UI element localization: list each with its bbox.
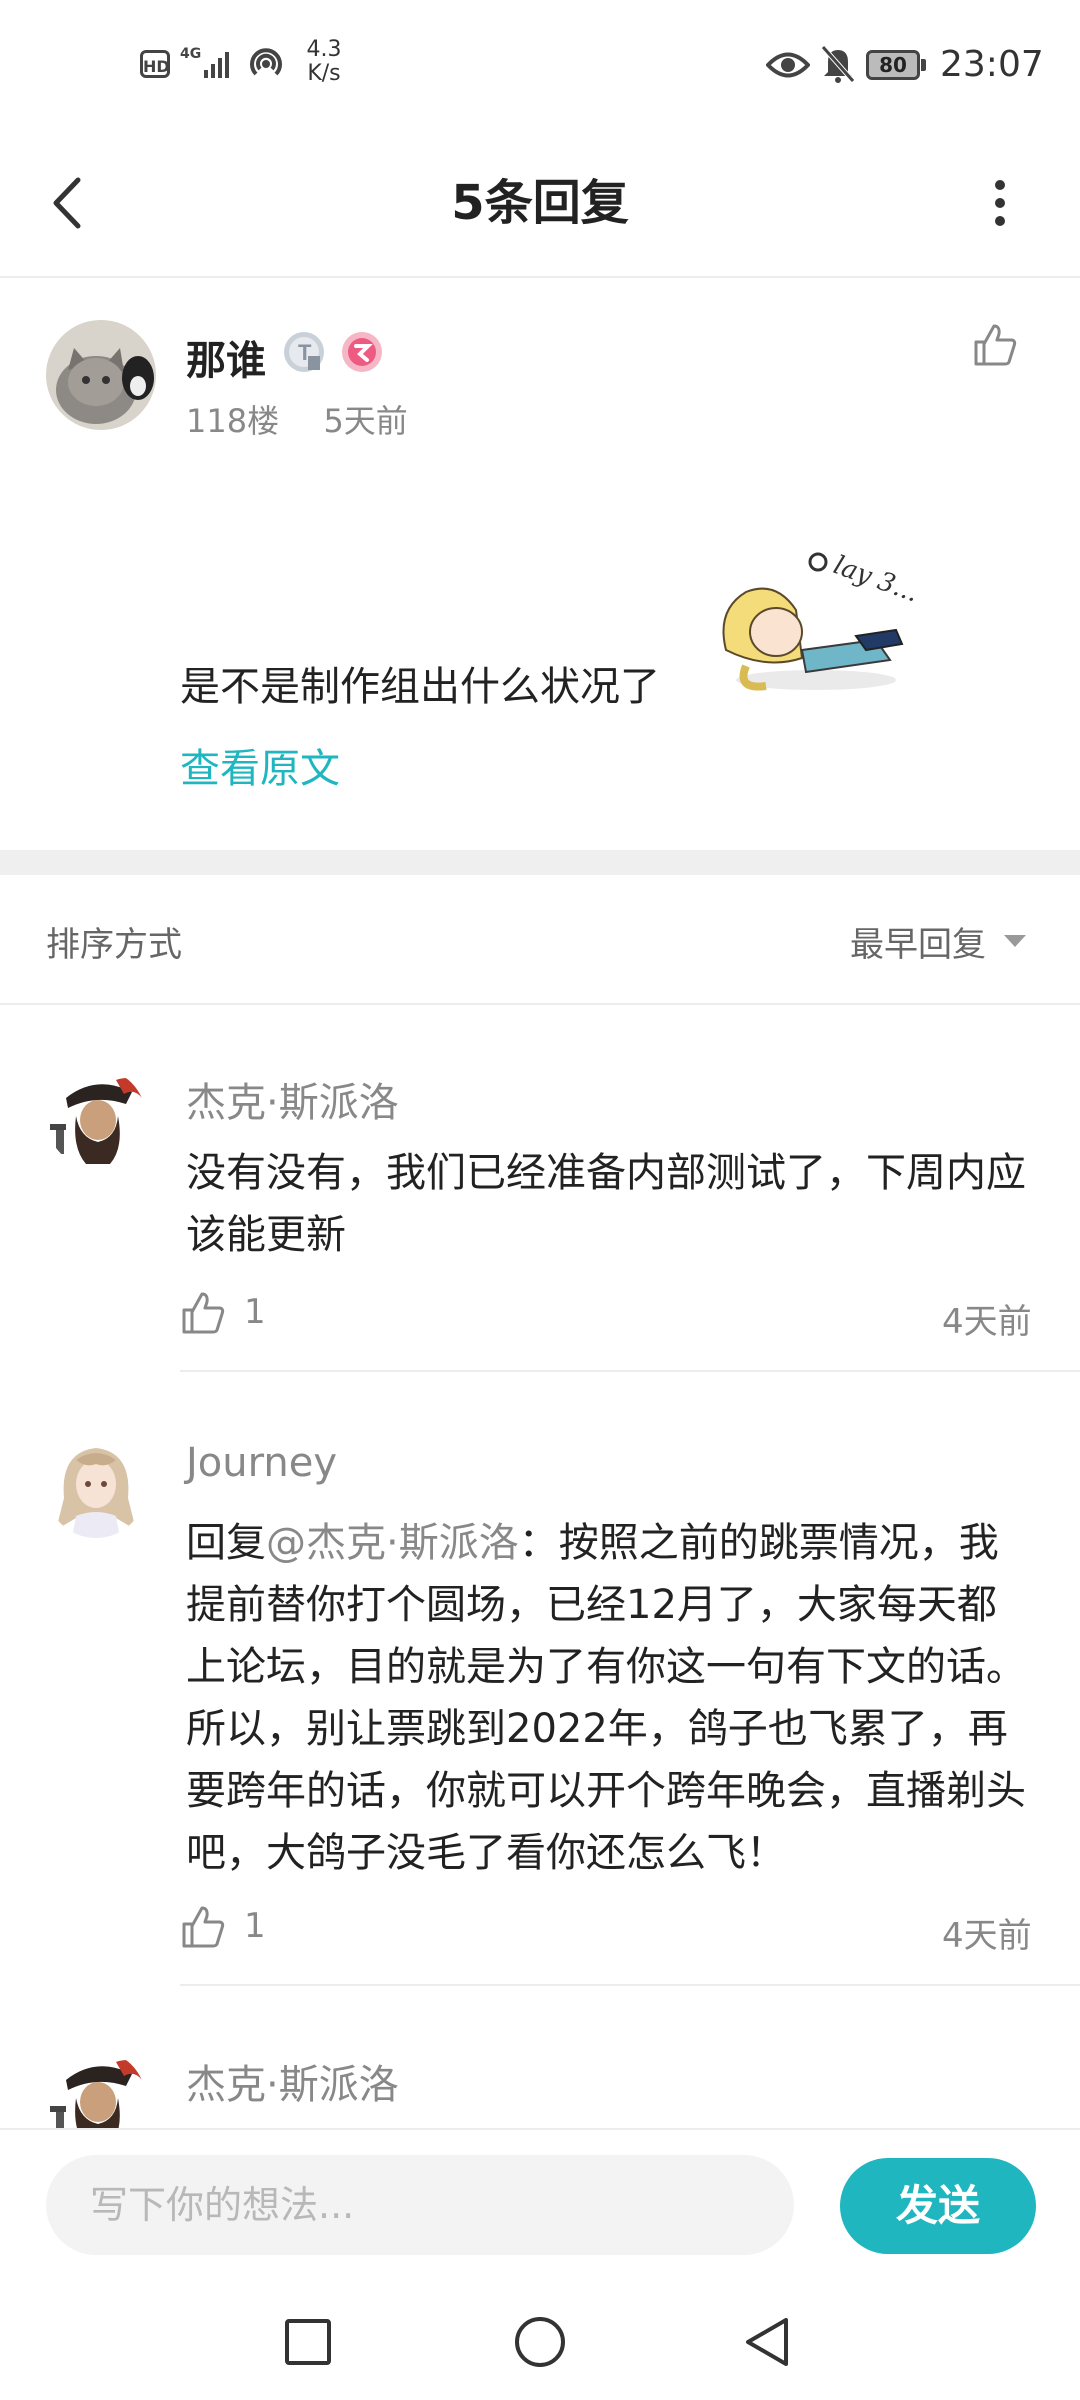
reply-content: 回复@杰克·斯派洛：按照之前的跳票情况，我提前替你打个圆场，已经12月了，大家每…	[186, 1512, 1026, 1884]
comment-input[interactable]	[46, 2155, 794, 2255]
square-icon	[285, 2319, 331, 2365]
mention-link[interactable]: @杰克·斯派洛	[266, 1520, 519, 1566]
reply-avatar[interactable]	[46, 1068, 146, 1168]
view-original-link[interactable]: 查看原文	[180, 736, 340, 794]
reply-author-name[interactable]: 杰克·斯派洛	[186, 1070, 399, 1128]
top-app-bar: 5条回复	[0, 130, 1080, 278]
status-bar: HD 4G 4.3 K/s 80 23:07	[0, 0, 1080, 130]
more-vertical-icon	[995, 180, 1005, 226]
sort-dropdown[interactable]: 最早回复	[850, 917, 1036, 965]
like-count: 1	[244, 1906, 266, 1946]
post-content: 是不是制作组出什么状况了	[180, 664, 660, 710]
thumbs-up-icon	[182, 1906, 225, 1948]
post-time: 5天前	[323, 402, 408, 440]
eye-icon	[765, 48, 811, 82]
network-speed-value: 4.3	[306, 37, 342, 62]
thumbs-up-icon	[182, 1292, 225, 1334]
sort-value: 最早回复	[850, 925, 986, 965]
reply-author-name[interactable]: Journey	[186, 1440, 337, 1486]
sort-label: 排序方式	[46, 925, 182, 965]
thumbs-up-icon	[974, 324, 1017, 366]
reply-time: 4天前	[942, 1916, 1032, 1956]
reply-content: 没有没有，我们已经准备内部测试了，下周内应该能更新	[186, 1150, 1026, 1258]
floor-number: 118楼	[186, 402, 280, 440]
network-speed: 4.3 K/s	[298, 38, 350, 86]
cat-avatar-image	[46, 320, 156, 430]
reply-like-button[interactable]: 1	[180, 1904, 270, 1952]
caret-down-icon	[1004, 935, 1026, 947]
sort-bar: 排序方式 最早回复	[0, 875, 1080, 1005]
triangle-back-icon	[746, 2318, 788, 2366]
clock: 23:07	[940, 44, 1044, 85]
page-title: 5条回复	[451, 175, 629, 231]
sleeping-sticker-image: lay 3...	[706, 540, 926, 700]
send-button[interactable]: 发送	[840, 2158, 1036, 2254]
post-meta: 118楼 5天前	[186, 396, 408, 442]
hd-icon: HD	[140, 50, 170, 78]
reply-prefix: 回复	[186, 1520, 266, 1566]
reply-time: 4天前	[942, 1302, 1032, 1342]
reply-avatar[interactable]	[46, 2050, 146, 2128]
author-name[interactable]: 那谁	[186, 328, 266, 386]
member-badge-icon	[340, 330, 384, 374]
post-like-button[interactable]	[972, 322, 1018, 368]
anime-girl-avatar-image	[46, 1438, 146, 1538]
sticker-caption: lay 3...	[830, 550, 923, 608]
battery-level: 80	[879, 53, 907, 77]
network-speed-unit: K/s	[307, 61, 341, 86]
home-button[interactable]	[512, 2314, 568, 2370]
battery-icon: 80	[866, 50, 928, 80]
reply-like-button[interactable]: 1	[180, 1290, 270, 1338]
section-divider	[0, 850, 1080, 875]
more-options-button[interactable]	[976, 170, 1024, 236]
reply-author-name[interactable]: 杰克·斯派洛	[186, 2052, 399, 2110]
like-count: 1	[244, 1292, 266, 1332]
reply-separator	[180, 1370, 1080, 1372]
reply-separator	[180, 1984, 1080, 1986]
recents-button[interactable]	[282, 2316, 334, 2368]
pirate-avatar-image	[46, 1068, 146, 1168]
mute-bell-icon	[820, 44, 856, 84]
system-back-button[interactable]	[740, 2314, 796, 2370]
author-avatar[interactable]	[46, 320, 156, 430]
circle-icon	[515, 2317, 565, 2367]
signal-icon: 4G	[180, 46, 240, 80]
pirate-avatar-image	[46, 2050, 146, 2128]
reply-body: ：按照之前的跳票情况，我提前替你打个圆场，已经12月了，大家每天都上论坛，目的就…	[186, 1520, 1026, 1876]
hotspot-icon	[246, 44, 286, 84]
reply-avatar[interactable]	[46, 1438, 146, 1538]
system-nav-bar	[0, 2282, 1080, 2400]
level-badge-icon: T	[282, 330, 326, 374]
